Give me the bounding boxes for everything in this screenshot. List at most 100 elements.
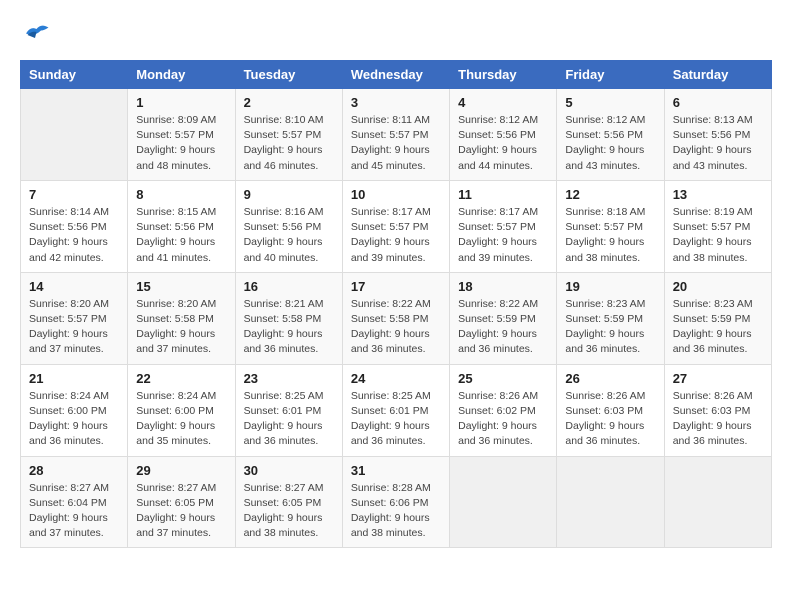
page-header — [20, 20, 772, 44]
day-detail: Sunrise: 8:20 AM Sunset: 5:57 PM Dayligh… — [29, 297, 119, 358]
day-number: 18 — [458, 279, 548, 294]
header-cell-sunday: Sunday — [21, 61, 128, 89]
day-number: 17 — [351, 279, 441, 294]
day-detail: Sunrise: 8:22 AM Sunset: 5:58 PM Dayligh… — [351, 297, 441, 358]
day-detail: Sunrise: 8:23 AM Sunset: 5:59 PM Dayligh… — [673, 297, 763, 358]
day-detail: Sunrise: 8:12 AM Sunset: 5:56 PM Dayligh… — [458, 113, 548, 174]
day-number: 5 — [565, 95, 655, 110]
day-detail: Sunrise: 8:19 AM Sunset: 5:57 PM Dayligh… — [673, 205, 763, 266]
day-number: 12 — [565, 187, 655, 202]
day-detail: Sunrise: 8:09 AM Sunset: 5:57 PM Dayligh… — [136, 113, 226, 174]
day-detail: Sunrise: 8:24 AM Sunset: 6:00 PM Dayligh… — [136, 389, 226, 450]
week-row: 14 Sunrise: 8:20 AM Sunset: 5:57 PM Dayli… — [21, 272, 772, 364]
day-number: 29 — [136, 463, 226, 478]
calendar-cell: 9 Sunrise: 8:16 AM Sunset: 5:56 PM Daylig… — [235, 180, 342, 272]
calendar-cell: 29 Sunrise: 8:27 AM Sunset: 6:05 PM Dayli… — [128, 456, 235, 548]
day-number: 11 — [458, 187, 548, 202]
header-cell-monday: Monday — [128, 61, 235, 89]
calendar-cell: 27Sunrise: 8:26 AM Sunset: 6:03 PM Dayli… — [664, 364, 771, 456]
day-detail: Sunrise: 8:25 AM Sunset: 6:01 PM Dayligh… — [351, 389, 441, 450]
day-number: 23 — [244, 371, 334, 386]
day-number: 13 — [673, 187, 763, 202]
calendar-cell: 8 Sunrise: 8:15 AM Sunset: 5:56 PM Daylig… — [128, 180, 235, 272]
calendar-cell: 13 Sunrise: 8:19 AM Sunset: 5:57 PM Dayli… — [664, 180, 771, 272]
day-number: 2 — [244, 95, 334, 110]
calendar-cell: 3 Sunrise: 8:11 AM Sunset: 5:57 PM Daylig… — [342, 89, 449, 181]
calendar-cell: 31Sunrise: 8:28 AM Sunset: 6:06 PM Dayli… — [342, 456, 449, 548]
calendar-cell — [21, 89, 128, 181]
day-number: 6 — [673, 95, 763, 110]
header-cell-wednesday: Wednesday — [342, 61, 449, 89]
day-number: 26 — [565, 371, 655, 386]
calendar-cell — [664, 456, 771, 548]
day-number: 9 — [244, 187, 334, 202]
day-number: 21 — [29, 371, 119, 386]
day-number: 1 — [136, 95, 226, 110]
calendar-cell: 25 Sunrise: 8:26 AM Sunset: 6:02 PM Dayli… — [450, 364, 557, 456]
day-number: 16 — [244, 279, 334, 294]
calendar-cell: 15Sunrise: 8:20 AM Sunset: 5:58 PM Dayli… — [128, 272, 235, 364]
day-number: 28 — [29, 463, 119, 478]
day-number: 14 — [29, 279, 119, 294]
day-detail: Sunrise: 8:24 AM Sunset: 6:00 PM Dayligh… — [29, 389, 119, 450]
day-detail: Sunrise: 8:27 AM Sunset: 6:05 PM Dayligh… — [244, 481, 334, 542]
day-detail: Sunrise: 8:11 AM Sunset: 5:57 PM Dayligh… — [351, 113, 441, 174]
calendar-cell: 19 Sunrise: 8:23 AM Sunset: 5:59 PM Dayli… — [557, 272, 664, 364]
day-detail: Sunrise: 8:26 AM Sunset: 6:02 PM Dayligh… — [458, 389, 548, 450]
week-row: 7 Sunrise: 8:14 AM Sunset: 5:56 PM Daylig… — [21, 180, 772, 272]
day-number: 30 — [244, 463, 334, 478]
day-number: 3 — [351, 95, 441, 110]
calendar-cell: 1 Sunrise: 8:09 AM Sunset: 5:57 PM Daylig… — [128, 89, 235, 181]
logo — [20, 20, 54, 44]
week-row: 21 Sunrise: 8:24 AM Sunset: 6:00 PM Dayli… — [21, 364, 772, 456]
header-cell-tuesday: Tuesday — [235, 61, 342, 89]
header-cell-friday: Friday — [557, 61, 664, 89]
calendar-cell: 12Sunrise: 8:18 AM Sunset: 5:57 PM Dayli… — [557, 180, 664, 272]
day-detail: Sunrise: 8:20 AM Sunset: 5:58 PM Dayligh… — [136, 297, 226, 358]
day-detail: Sunrise: 8:10 AM Sunset: 5:57 PM Dayligh… — [244, 113, 334, 174]
calendar-cell: 4 Sunrise: 8:12 AM Sunset: 5:56 PM Daylig… — [450, 89, 557, 181]
calendar-body: 1 Sunrise: 8:09 AM Sunset: 5:57 PM Daylig… — [21, 89, 772, 548]
calendar-table: SundayMondayTuesdayWednesdayThursdayFrid… — [20, 60, 772, 548]
calendar-cell: 6 Sunrise: 8:13 AM Sunset: 5:56 PM Daylig… — [664, 89, 771, 181]
day-number: 10 — [351, 187, 441, 202]
calendar-cell: 5 Sunrise: 8:12 AM Sunset: 5:56 PM Daylig… — [557, 89, 664, 181]
calendar-cell: 23Sunrise: 8:25 AM Sunset: 6:01 PM Dayli… — [235, 364, 342, 456]
logo-icon — [20, 20, 50, 44]
day-detail: Sunrise: 8:27 AM Sunset: 6:04 PM Dayligh… — [29, 481, 119, 542]
header-cell-saturday: Saturday — [664, 61, 771, 89]
calendar-cell: 28 Sunrise: 8:27 AM Sunset: 6:04 PM Dayli… — [21, 456, 128, 548]
calendar-header: SundayMondayTuesdayWednesdayThursdayFrid… — [21, 61, 772, 89]
day-number: 4 — [458, 95, 548, 110]
day-number: 19 — [565, 279, 655, 294]
calendar-cell: 16 Sunrise: 8:21 AM Sunset: 5:58 PM Dayli… — [235, 272, 342, 364]
day-detail: Sunrise: 8:14 AM Sunset: 5:56 PM Dayligh… — [29, 205, 119, 266]
calendar-cell: 10Sunrise: 8:17 AM Sunset: 5:57 PM Dayli… — [342, 180, 449, 272]
day-detail: Sunrise: 8:22 AM Sunset: 5:59 PM Dayligh… — [458, 297, 548, 358]
day-detail: Sunrise: 8:16 AM Sunset: 5:56 PM Dayligh… — [244, 205, 334, 266]
day-number: 31 — [351, 463, 441, 478]
day-detail: Sunrise: 8:27 AM Sunset: 6:05 PM Dayligh… — [136, 481, 226, 542]
day-number: 25 — [458, 371, 548, 386]
day-detail: Sunrise: 8:13 AM Sunset: 5:56 PM Dayligh… — [673, 113, 763, 174]
day-detail: Sunrise: 8:12 AM Sunset: 5:56 PM Dayligh… — [565, 113, 655, 174]
day-detail: Sunrise: 8:21 AM Sunset: 5:58 PM Dayligh… — [244, 297, 334, 358]
day-detail: Sunrise: 8:17 AM Sunset: 5:57 PM Dayligh… — [458, 205, 548, 266]
calendar-cell: 26Sunrise: 8:26 AM Sunset: 6:03 PM Dayli… — [557, 364, 664, 456]
calendar-cell: 20 Sunrise: 8:23 AM Sunset: 5:59 PM Dayli… — [664, 272, 771, 364]
day-detail: Sunrise: 8:15 AM Sunset: 5:56 PM Dayligh… — [136, 205, 226, 266]
day-number: 20 — [673, 279, 763, 294]
calendar-cell: 30 Sunrise: 8:27 AM Sunset: 6:05 PM Dayli… — [235, 456, 342, 548]
day-detail: Sunrise: 8:26 AM Sunset: 6:03 PM Dayligh… — [673, 389, 763, 450]
calendar-cell — [557, 456, 664, 548]
calendar-cell: 24 Sunrise: 8:25 AM Sunset: 6:01 PM Dayli… — [342, 364, 449, 456]
day-number: 22 — [136, 371, 226, 386]
calendar-cell: 18 Sunrise: 8:22 AM Sunset: 5:59 PM Dayli… — [450, 272, 557, 364]
day-number: 8 — [136, 187, 226, 202]
calendar-cell: 11 Sunrise: 8:17 AM Sunset: 5:57 PM Dayli… — [450, 180, 557, 272]
calendar-cell — [450, 456, 557, 548]
day-detail: Sunrise: 8:23 AM Sunset: 5:59 PM Dayligh… — [565, 297, 655, 358]
header-row: SundayMondayTuesdayWednesdayThursdayFrid… — [21, 61, 772, 89]
day-number: 7 — [29, 187, 119, 202]
day-number: 24 — [351, 371, 441, 386]
